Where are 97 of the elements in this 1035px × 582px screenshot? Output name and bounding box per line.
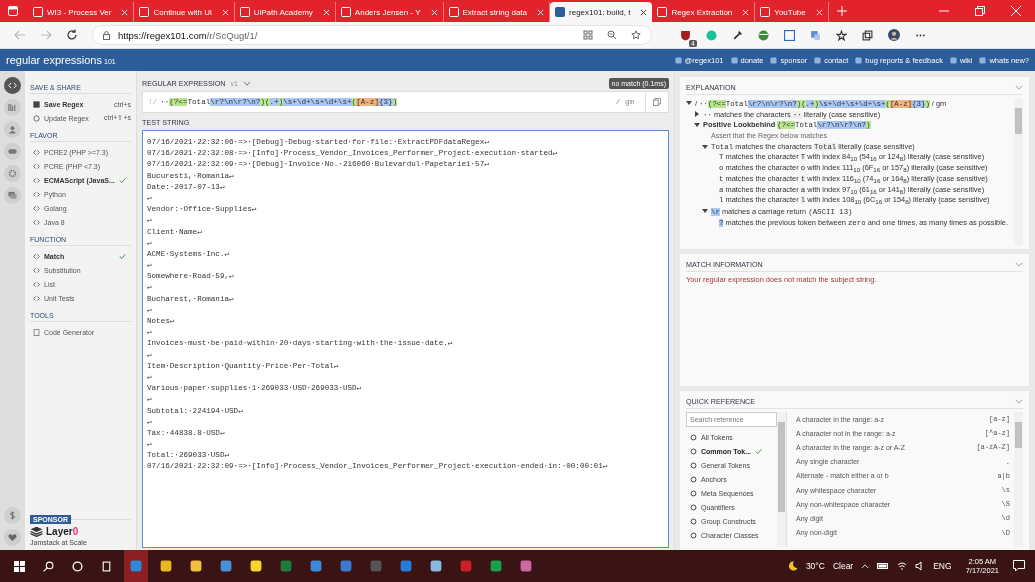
heart-icon <box>8 533 17 542</box>
stack-logo-icon <box>30 526 43 537</box>
app-icon <box>490 560 502 572</box>
wifi-icon[interactable] <box>897 562 908 570</box>
app-icon <box>310 560 322 572</box>
app-icon <box>250 560 262 572</box>
app-icon <box>190 560 202 572</box>
code-icon <box>33 204 40 212</box>
checkmark-icon <box>119 176 126 184</box>
app-icon <box>160 560 172 572</box>
favorites-icon[interactable] <box>836 29 847 41</box>
weather-condition[interactable]: Clear <box>832 561 854 571</box>
restore-icon[interactable] <box>975 6 985 16</box>
scrollbar[interactable] <box>1014 412 1023 547</box>
avatar-icon[interactable] <box>888 29 900 41</box>
caret-down-icon[interactable] <box>694 122 700 128</box>
caret-right-icon[interactable] <box>694 111 700 118</box>
page-icon <box>239 7 250 17</box>
page-icon <box>555 7 565 17</box>
gamepad-icon <box>8 147 17 156</box>
chevron-up-icon[interactable] <box>861 563 870 569</box>
nav-rail-button[interactable] <box>4 143 21 160</box>
link-icon <box>855 56 863 64</box>
code-icon <box>33 162 40 170</box>
checkmark-icon <box>755 447 763 455</box>
link-icon <box>730 56 738 64</box>
app-icon <box>460 560 472 572</box>
page-icon <box>657 7 668 17</box>
lock-icon <box>103 30 110 40</box>
link-icon <box>979 56 987 64</box>
page-icon <box>33 7 43 17</box>
code-icon <box>33 176 40 184</box>
sponsor-logo-text[interactable]: Layer0 <box>46 526 79 537</box>
app-icon <box>220 560 232 572</box>
donate-button[interactable] <box>4 507 21 524</box>
app-icon <box>280 560 292 572</box>
dollar-icon <box>8 511 17 520</box>
page-icon <box>340 7 351 17</box>
app-icon <box>520 560 532 572</box>
collections-icon[interactable] <box>862 29 873 41</box>
chevron-down-icon[interactable] <box>242 80 251 86</box>
favorite-button[interactable] <box>4 529 21 546</box>
code-icon <box>8 81 17 90</box>
page-icon <box>139 7 150 17</box>
windows-logo-icon[interactable] <box>14 560 25 572</box>
scrollbar[interactable] <box>1014 98 1023 246</box>
weather-temperature[interactable]: 30°C <box>805 561 825 571</box>
chat-icon <box>8 191 17 200</box>
browser-tab[interactable]: regex101: build, t <box>550 2 653 22</box>
grid-icon[interactable] <box>583 30 593 40</box>
scrollbar[interactable] <box>777 412 786 547</box>
favorite-star-icon[interactable] <box>631 30 641 40</box>
page-icon <box>760 7 771 17</box>
library-icon <box>8 103 17 112</box>
zoom-out-icon[interactable] <box>607 30 617 40</box>
nav-rail-button[interactable] <box>4 121 21 138</box>
input-language[interactable]: ENG <box>933 561 952 571</box>
search-icon[interactable] <box>43 560 54 572</box>
nav-rail-button[interactable] <box>4 165 21 182</box>
checkmark-icon <box>119 252 126 260</box>
app-icon <box>130 560 142 572</box>
moon-icon <box>787 561 798 571</box>
caret-down-icon[interactable] <box>686 100 692 107</box>
notification-icon[interactable] <box>1013 560 1025 572</box>
app-icon <box>400 560 412 572</box>
save-icon <box>33 100 40 108</box>
link-icon <box>814 56 822 64</box>
nav-rail-button[interactable] <box>4 77 21 94</box>
window-icon[interactable] <box>8 6 18 16</box>
circle-icon[interactable] <box>72 560 83 572</box>
task-view-icon[interactable] <box>101 560 112 572</box>
page-icon <box>448 7 459 17</box>
new-tab-icon[interactable] <box>836 6 847 16</box>
link-icon <box>770 56 778 64</box>
globe-icon[interactable] <box>758 29 769 41</box>
nav-rail-button[interactable] <box>4 187 21 204</box>
caret-down-icon[interactable] <box>702 143 708 150</box>
document-icon <box>33 328 40 336</box>
nav-rail-button[interactable] <box>4 99 21 116</box>
battery-icon[interactable] <box>877 563 890 569</box>
caret-down-icon[interactable] <box>702 208 708 215</box>
code-icon <box>33 190 40 198</box>
app-icon <box>430 560 442 572</box>
code-icon <box>33 148 40 156</box>
code-icon <box>33 218 40 226</box>
shield-icon[interactable] <box>680 29 691 41</box>
copy-icon <box>653 98 661 106</box>
reload-icon[interactable] <box>66 29 78 41</box>
settings-icon <box>8 169 17 178</box>
close-icon[interactable] <box>640 8 648 16</box>
link-icon <box>949 56 957 64</box>
address-field[interactable]: https://regex101.com/r/ScQugt/1/ <box>92 25 652 45</box>
user-icon <box>8 125 17 134</box>
link-icon <box>674 56 682 64</box>
app-icon <box>370 560 382 572</box>
app-icon <box>340 560 352 572</box>
app-square-icon[interactable] <box>784 29 795 41</box>
